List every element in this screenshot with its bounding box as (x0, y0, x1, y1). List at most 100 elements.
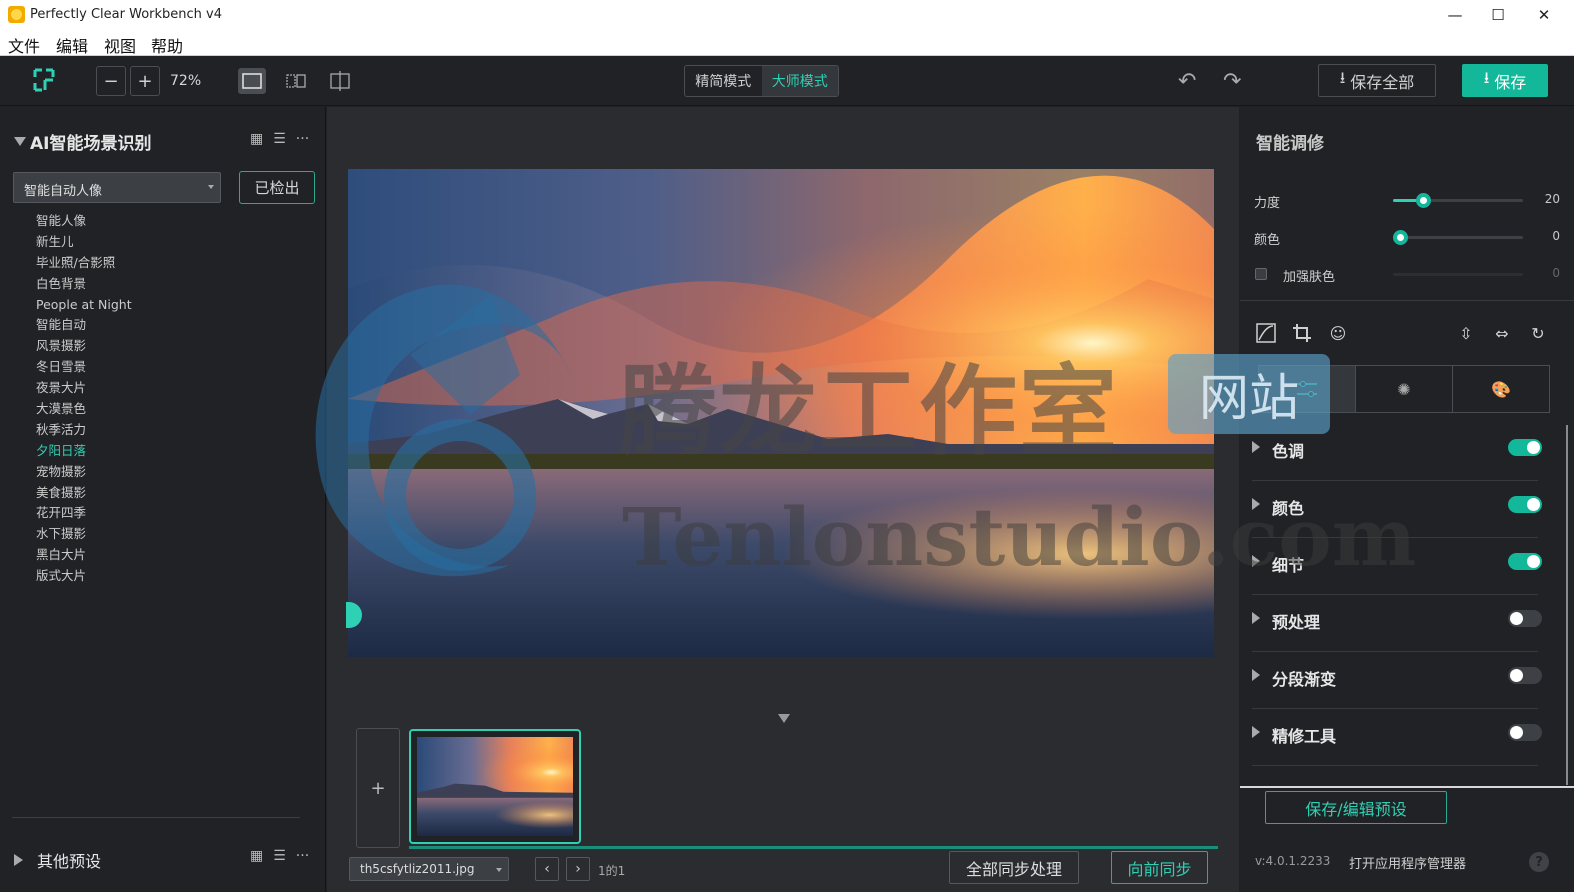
curves-icon[interactable] (1255, 322, 1277, 344)
scene-item[interactable]: 花开四季 (36, 502, 132, 523)
left-divider (12, 817, 300, 818)
grid-view-icon[interactable]: ▦ (250, 848, 263, 864)
version-label: v:4.0.1.2233 (1255, 854, 1331, 868)
save-button[interactable]: ⭳ 保存 (1462, 64, 1548, 97)
detail-toggle[interactable] (1508, 553, 1542, 570)
menu-bar: 文件 编辑 视图 帮助 (0, 30, 1574, 56)
enhance-skin-slider (1393, 273, 1523, 276)
adjustment-retouch[interactable]: 精修工具 (1252, 710, 1542, 766)
menu-file[interactable]: 文件 (8, 33, 40, 57)
add-image-button[interactable]: + (356, 728, 400, 848)
other-presets-header[interactable]: 其他预设 (14, 848, 101, 872)
adjustment-color[interactable]: 颜色 (1252, 482, 1542, 538)
image-canvas: + th5csfytliz2011.jpg ‹ › 1的1 全部同步处理 向前同… (327, 107, 1239, 892)
scene-item[interactable]: 智能自动 (36, 314, 132, 335)
gradient-toggle[interactable] (1508, 667, 1542, 684)
zoom-in-button[interactable]: + (130, 66, 160, 96)
maximize-button[interactable]: ☐ (1475, 0, 1521, 30)
expand-icon (1252, 669, 1260, 681)
flip-horizontal-icon[interactable]: ⇔ (1491, 322, 1513, 344)
list-view-icon[interactable]: ☰ (273, 848, 286, 864)
scene-item[interactable]: 黑白大片 (36, 544, 132, 565)
tone-toggle[interactable] (1508, 439, 1542, 456)
next-image-button[interactable]: › (566, 857, 590, 881)
zoom-out-button[interactable]: − (96, 66, 126, 96)
right-divider (1240, 300, 1574, 301)
open-app-manager-link[interactable]: 打开应用程序管理器 (1349, 853, 1466, 872)
face-icon[interactable]: ☺ (1327, 322, 1349, 344)
crop-icon[interactable] (1291, 322, 1313, 344)
scene-item[interactable]: People at Night (36, 294, 132, 315)
undo-icon[interactable]: ↶ (1178, 69, 1196, 94)
image-thumbnail[interactable] (409, 729, 581, 844)
scene-preset-select[interactable]: 智能自动人像 (13, 172, 221, 203)
split-view-button[interactable] (326, 68, 354, 94)
tab-creative[interactable]: ✺ (1355, 366, 1452, 412)
expand-icon (1252, 555, 1260, 567)
scene-item-active[interactable]: 夕阳日落 (36, 440, 132, 461)
other-presets-view-controls: ▦ ☰ ··· (250, 848, 309, 864)
detected-button[interactable]: 已检出 (239, 171, 315, 204)
slider-knob[interactable] (1416, 193, 1431, 208)
preprocess-toggle[interactable] (1508, 610, 1542, 627)
side-by-side-view-button[interactable] (282, 68, 310, 94)
simple-mode-tab[interactable]: 精简模式 (685, 66, 762, 96)
scrollbar[interactable] (1566, 425, 1568, 785)
scene-item[interactable]: 风景摄影 (36, 335, 132, 356)
strength-slider[interactable] (1393, 193, 1523, 208)
title-bar: Perfectly Clear Workbench v4 — ☐ ✕ (0, 0, 1574, 30)
scene-item[interactable]: 版式大片 (36, 565, 132, 586)
redo-icon[interactable]: ↷ (1223, 69, 1241, 94)
scene-item[interactable]: 智能人像 (36, 210, 132, 231)
scene-item[interactable]: 美食摄影 (36, 482, 132, 503)
ai-scene-header[interactable]: AI智能场景识别 (14, 129, 151, 154)
list-view-icon[interactable]: ☰ (273, 131, 286, 147)
main-photo[interactable] (348, 169, 1214, 657)
adjustment-gradient[interactable]: 分段渐变 (1252, 653, 1542, 709)
scene-item[interactable]: 白色背景 (36, 273, 132, 294)
save-all-button[interactable]: ⭳ 保存全部 (1318, 64, 1436, 97)
scene-item[interactable]: 夜景大片 (36, 377, 132, 398)
master-mode-tab[interactable]: 大师模式 (761, 66, 838, 96)
sync-forward-button[interactable]: 向前同步 (1111, 851, 1208, 884)
scene-item[interactable]: 冬日雪景 (36, 356, 132, 377)
adjustment-detail[interactable]: 细节 (1252, 539, 1542, 595)
filmstrip-toggle-icon[interactable] (778, 714, 790, 723)
enhance-skin-label: 加强肤色 (1283, 270, 1336, 285)
save-edit-preset-button[interactable]: 保存/编辑预设 (1265, 791, 1447, 824)
color-toggle[interactable] (1508, 496, 1542, 513)
help-icon[interactable]: ? (1529, 852, 1549, 872)
prev-image-button[interactable]: ‹ (535, 857, 559, 881)
scene-item[interactable]: 宠物摄影 (36, 461, 132, 482)
scene-item[interactable]: 水下摄影 (36, 523, 132, 544)
adjustment-label: 色调 (1272, 442, 1305, 461)
more-icon[interactable]: ··· (296, 131, 309, 147)
close-button[interactable]: ✕ (1521, 0, 1567, 30)
rotate-icon[interactable]: ↻ (1527, 322, 1549, 344)
menu-view[interactable]: 视图 (104, 33, 136, 57)
minimize-button[interactable]: — (1432, 0, 1478, 30)
scene-item[interactable]: 秋季活力 (36, 419, 132, 440)
scene-item[interactable]: 新生儿 (36, 231, 132, 252)
tab-adjustments[interactable] (1259, 366, 1355, 412)
retouch-toggle[interactable] (1508, 724, 1542, 741)
menu-edit[interactable]: 编辑 (56, 33, 88, 57)
color-slider[interactable] (1393, 230, 1523, 245)
single-view-button[interactable] (238, 68, 266, 94)
expand-icon (1252, 726, 1260, 738)
scene-item[interactable]: 毕业照/合影照 (36, 252, 132, 273)
menu-help[interactable]: 帮助 (151, 33, 183, 57)
sync-all-button[interactable]: 全部同步处理 (949, 851, 1079, 884)
slider-knob[interactable] (1393, 230, 1408, 245)
more-icon[interactable]: ··· (296, 848, 309, 864)
adjustment-tone[interactable]: 色调 (1252, 425, 1542, 481)
tab-looks[interactable]: 🎨 (1452, 366, 1549, 412)
grid-view-icon[interactable]: ▦ (250, 131, 263, 147)
flip-vertical-icon[interactable]: ⇳ (1455, 322, 1477, 344)
scene-preset-value: 智能自动人像 (24, 184, 103, 199)
download-icon: ⭳ (1339, 68, 1346, 87)
file-select[interactable]: th5csfytliz2011.jpg (349, 857, 509, 881)
scene-item[interactable]: 大漠景色 (36, 398, 132, 419)
adjustment-preprocess[interactable]: 预处理 (1252, 596, 1542, 652)
enhance-skin-checkbox[interactable] (1255, 268, 1267, 280)
